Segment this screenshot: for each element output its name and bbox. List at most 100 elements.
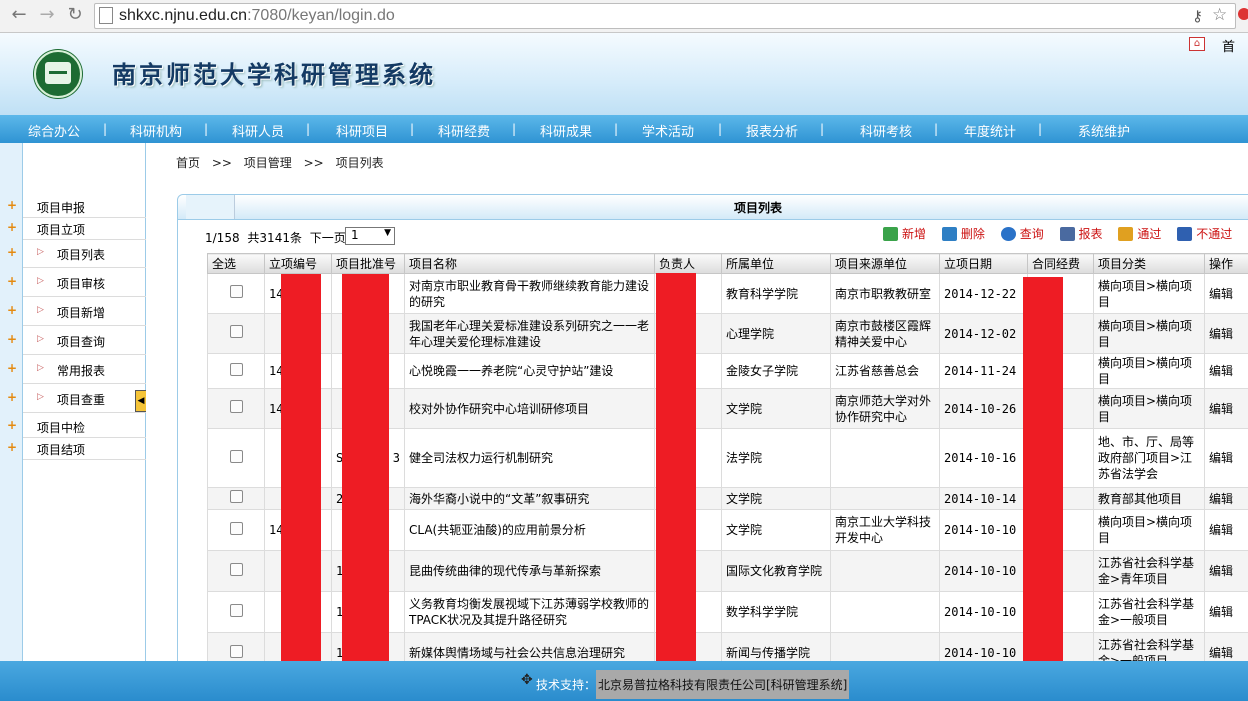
cursor-icon: ✥ [521,672,533,688]
sidebar-item-add[interactable]: + ▷ 项目新增 [7,297,155,326]
header-category: 项目分类 [1093,253,1205,274]
home-link[interactable]: 首 [1222,36,1235,55]
approve-button[interactable]: 通过 [1118,225,1161,242]
row-checkbox[interactable] [229,562,243,576]
key-icon[interactable]: ⚷ [1192,7,1203,25]
page-icon [99,7,113,24]
row-checkbox[interactable] [229,644,243,658]
row-checkbox[interactable] [229,521,243,535]
edit-link[interactable]: 编辑 [1204,353,1248,389]
row-checkbox[interactable] [229,400,243,413]
plus-icon: + [7,440,18,454]
menu-item-projects[interactable]: 科研项目 [336,121,388,140]
forward-arrow-icon[interactable]: → [36,4,58,26]
add-icon [883,227,898,241]
next-page-link[interactable]: 下一页 [310,231,346,245]
sidebar-item-closure[interactable]: + 项目结项 [7,437,155,460]
sidebar-header [23,143,145,195]
menu-item-funding[interactable]: 科研经费 [438,121,490,140]
menu-separator: | [410,122,415,136]
sidebar-item-query[interactable]: + ▷ 项目查询 [7,326,155,355]
edit-link[interactable]: 编辑 [1204,487,1248,510]
page-select[interactable]: 1 ▼ [345,227,395,245]
menu-item-reports[interactable]: 报表分析 [746,121,798,140]
menu-item-assessment[interactable]: 科研考核 [860,121,912,140]
sidebar-item-approval[interactable]: + 项目立项 [7,217,155,240]
edit-link[interactable]: 编辑 [1204,509,1248,551]
menu-item-maintenance[interactable]: 系统维护 [1078,121,1130,140]
report-button[interactable]: 报表 [1059,225,1103,242]
query-label: 查询 [1019,227,1044,241]
menu-item-results[interactable]: 科研成果 [540,121,592,140]
pager: 1/158 共3141条 下一页 [205,229,350,246]
redaction-leader [656,273,696,661]
menu-item-academic[interactable]: 学术活动 [642,121,694,140]
row-checkbox[interactable] [229,490,243,503]
breadcrumb-home[interactable]: 首页 [176,156,200,170]
footer-company: 北京易普拉格科技有限责任公司[科研管理系统] [596,670,850,699]
row-checkbox[interactable] [229,362,243,376]
cell-date: 2014-10-10 [939,509,1028,551]
row-checkbox[interactable] [229,603,243,617]
reject-label: 不通过 [1196,227,1233,241]
sidebar-item-review[interactable]: + ▷ 项目审核 [7,268,155,297]
delete-button[interactable]: 删除 [941,225,985,242]
edit-link[interactable]: 编辑 [1204,273,1248,314]
menu-separator: | [204,122,209,136]
address-bar[interactable]: shkxc.njnu.edu.cn:7080/keyan/login.do [94,3,1236,29]
row-checkbox[interactable] [229,449,243,463]
url-text[interactable]: shkxc.njnu.edu.cn:7080/keyan/login.do [119,7,395,25]
system-title: 南京师范大学科研管理系统 [112,61,436,89]
approve-icon [1118,227,1134,241]
edit-link[interactable]: 编辑 [1204,550,1248,592]
cell-date: 2014-10-16 [939,428,1028,488]
breadcrumb-project-list: 项目列表 [335,156,384,170]
cell-date: 2014-10-14 [939,487,1028,510]
menu-separator: | [306,122,311,136]
edit-link[interactable]: 编辑 [1204,388,1248,429]
sidebar-item-label: 项目审核 [57,277,106,291]
sidebar-item-label: 项目列表 [57,248,106,262]
query-button[interactable]: 查询 [1000,225,1044,242]
edit-link[interactable]: 编辑 [1204,428,1248,488]
cell-date: 2014-11-24 [939,353,1028,389]
sidebar-item-project-list[interactable]: + ▷ 项目列表 [7,239,155,268]
sidebar-item-apply[interactable]: + 项目申报 [7,195,155,218]
edit-link[interactable]: 编辑 [1204,632,1248,661]
edit-link[interactable]: 编辑 [1204,313,1248,354]
menu-item-annual[interactable]: 年度统计 [964,121,1016,140]
back-arrow-icon[interactable]: ← [8,4,30,26]
sidebar-item-label: 常用报表 [57,364,106,378]
row-checkbox[interactable] [229,325,243,338]
sidebar-item-midterm[interactable]: + 项目中检 [7,415,155,438]
menu-item-personnel[interactable]: 科研人员 [232,121,284,140]
url-path: :7080/keyan/login.do [247,7,395,24]
reload-icon[interactable]: ↻ [64,4,86,26]
approve-label: 通过 [1137,227,1162,241]
sidebar-item-common-reports[interactable]: + ▷ 常用报表 [7,355,155,384]
row-select-cell [207,388,265,429]
home-icon[interactable]: ⌂ [1189,37,1205,51]
menu-item-office[interactable]: 综合办公 [28,121,80,140]
reject-button[interactable]: 不通过 [1177,225,1232,242]
sidebar-item-label: 项目申报 [37,201,86,215]
menu-separator: | [820,122,825,136]
row-checkbox[interactable] [229,285,243,298]
header-funding: 合同经费 [1027,253,1094,274]
menu-separator: | [512,122,517,136]
cell-date: 2014-12-02 [939,313,1028,354]
star-icon[interactable]: ☆ [1212,5,1227,25]
extension-icon[interactable] [1238,8,1248,20]
plus-icon: + [7,361,18,375]
site-header: 南京师范大学科研管理系统 ⌂ 首 [0,33,1248,115]
cell-dept: 文学院 [721,509,831,551]
add-button[interactable]: 新增 [883,225,926,242]
cell-dept: 文学院 [721,388,831,429]
breadcrumb-project-management[interactable]: 项目管理 [244,156,292,170]
menu-item-institutions[interactable]: 科研机构 [130,121,182,140]
cell-name: 义务教育均衡发展视域下江苏薄弱学校教师的TPACK状况及其提升路径研究 [404,591,655,633]
arrow-right-icon: ▷ [37,247,44,257]
row-select-cell [207,487,265,510]
edit-link[interactable]: 编辑 [1204,591,1248,633]
header-select-all[interactable]: 全选 [207,253,265,274]
